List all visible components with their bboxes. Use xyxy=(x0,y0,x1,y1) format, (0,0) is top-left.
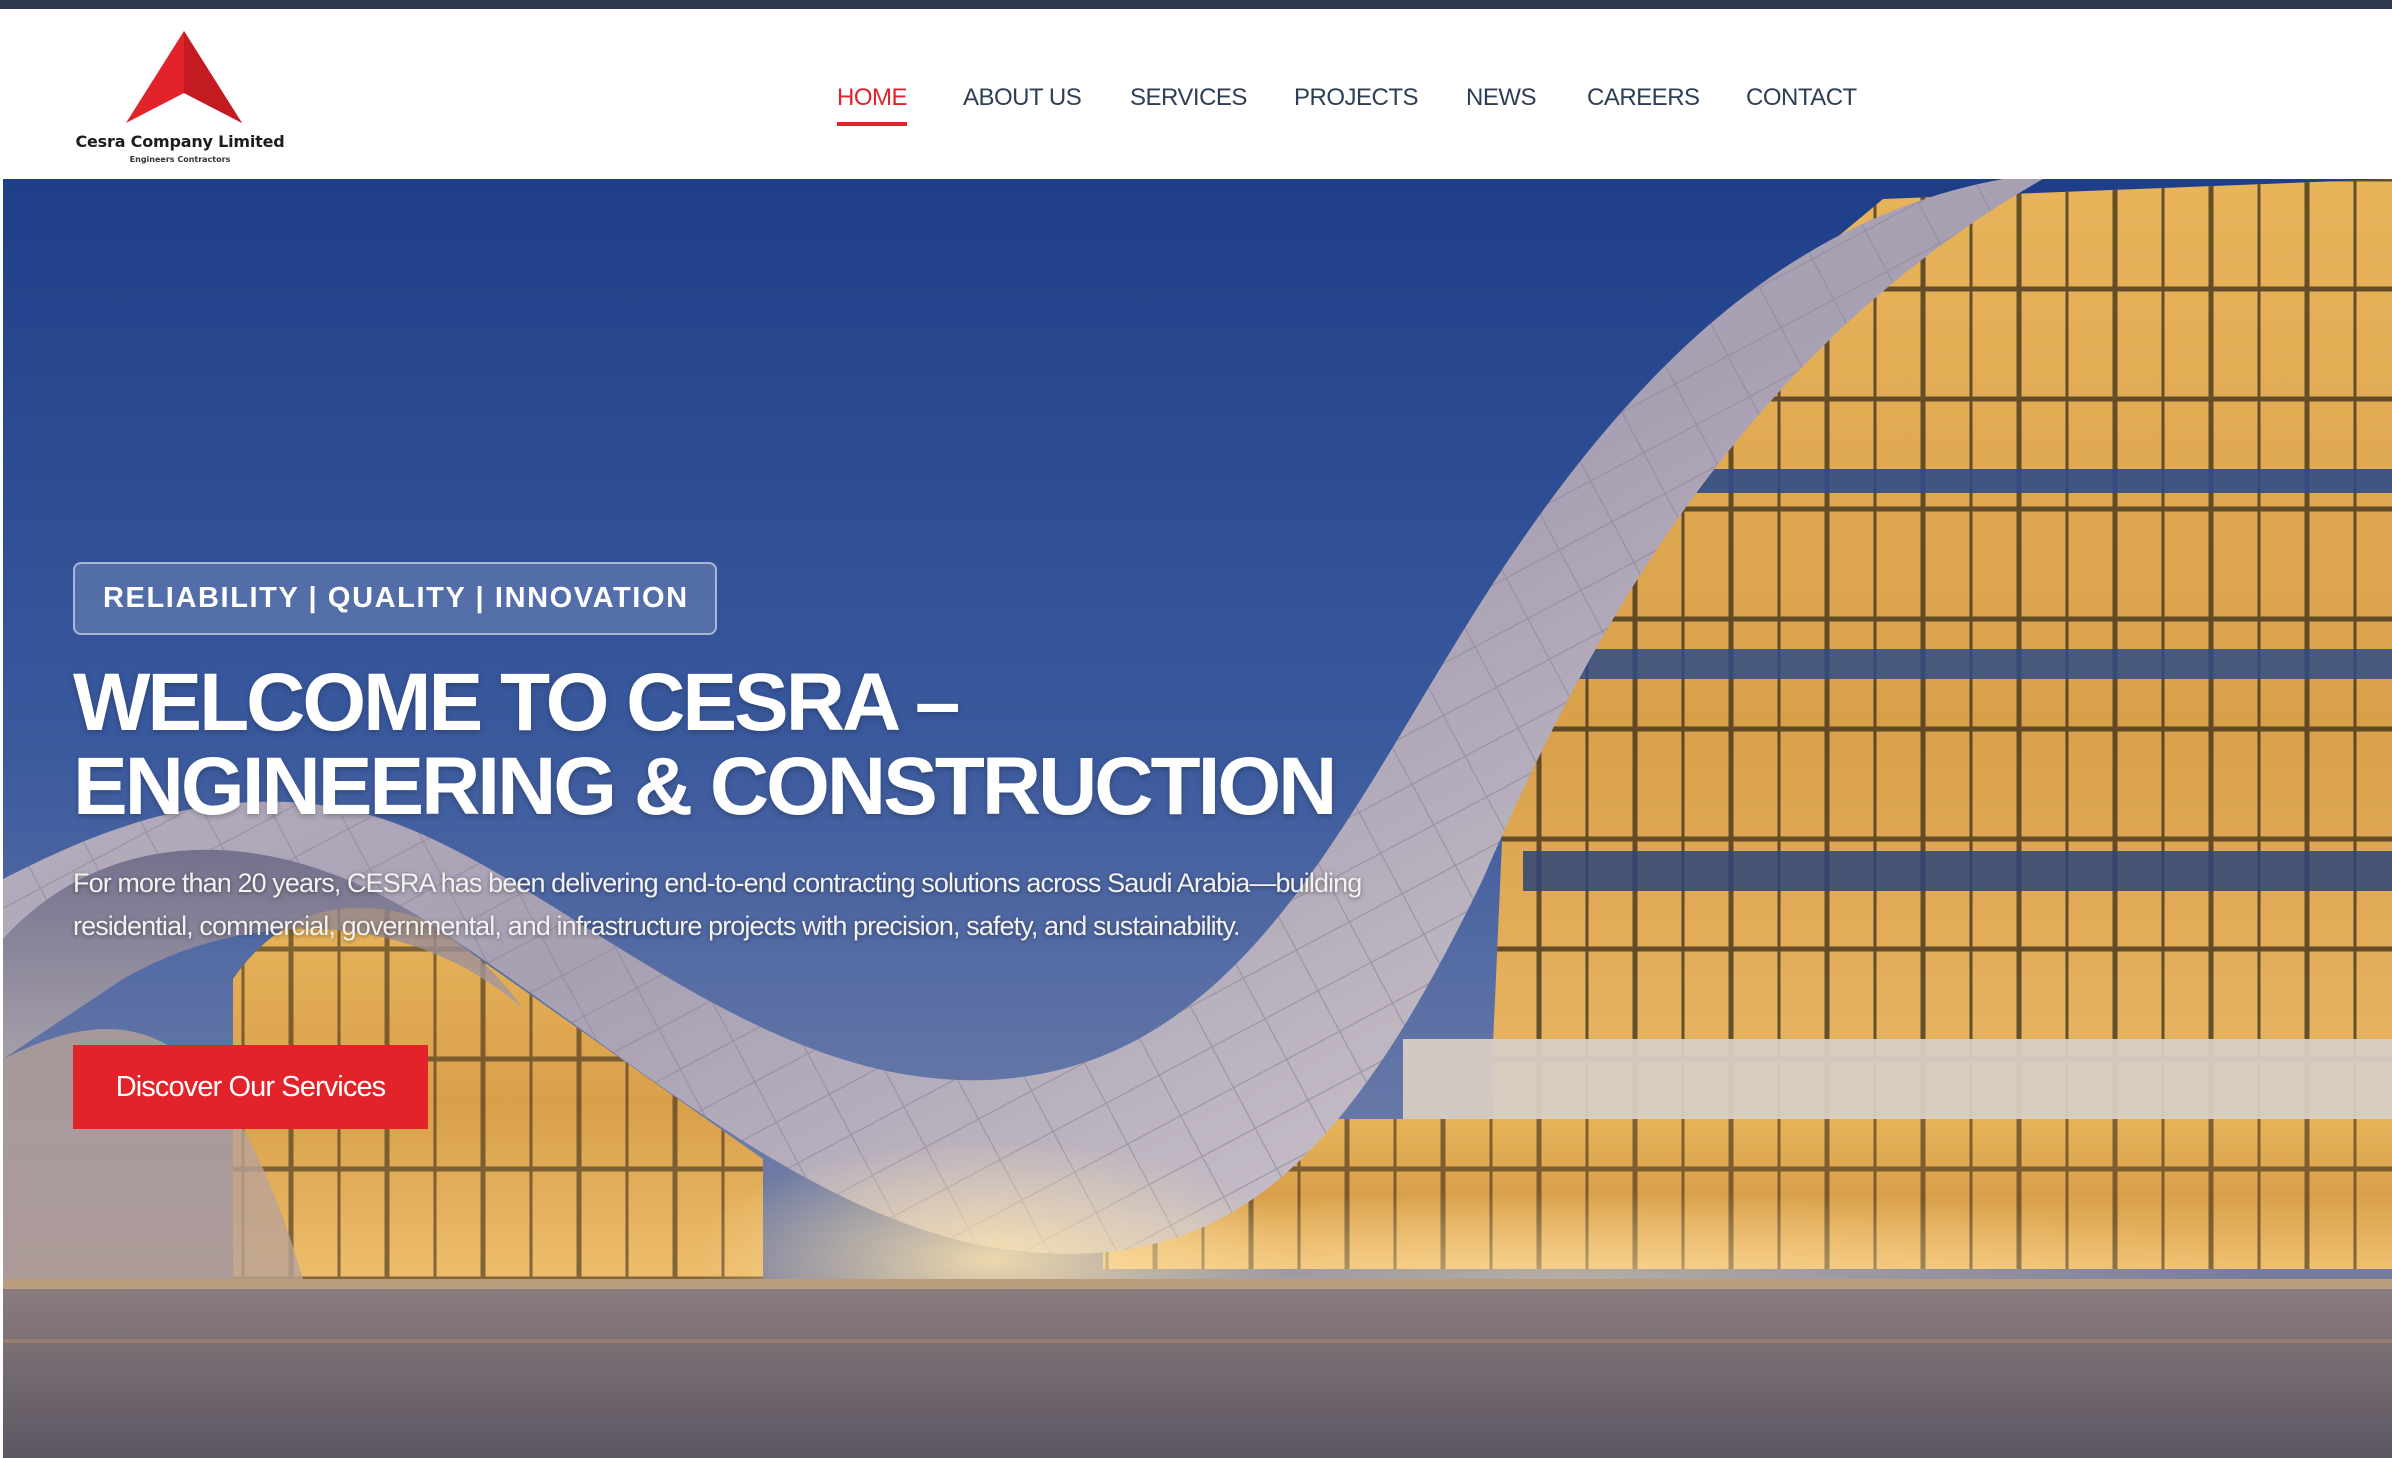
nav-item-services[interactable]: SERVICES xyxy=(1130,74,1247,128)
hero-tagline-badge: RELIABILITY | QUALITY | INNOVATION xyxy=(73,562,717,635)
company-name: Cesra Company Limited xyxy=(75,132,285,151)
nav-item-careers[interactable]: CAREERS xyxy=(1587,74,1700,128)
hero-description: For more than 20 years, CESRA has been d… xyxy=(73,868,1362,941)
nav-item-contact[interactable]: CONTACT xyxy=(1746,74,1857,128)
discover-services-button[interactable]: Discover Our Services xyxy=(73,1045,428,1129)
site-header: Cesra Company Limited Engineers Contract… xyxy=(0,9,2392,179)
top-border xyxy=(0,0,2392,9)
hero-title: WELCOME TO CESRA – ENGINEERING & CONSTRU… xyxy=(73,661,1573,829)
hero-title-line-2: ENGINEERING & CONSTRUCTION xyxy=(73,741,1337,832)
company-tagline: Engineers Contractors xyxy=(129,155,231,164)
nav-item-home[interactable]: HOME xyxy=(837,74,908,128)
hero-title-line-1: WELCOME TO CESRA – xyxy=(73,657,961,748)
hero-badge-text: RELIABILITY | QUALITY | INNOVATION xyxy=(103,582,689,614)
page: Cesra Company Limited Engineers Contract… xyxy=(0,0,2392,1458)
main-navigation: HOME ABOUT US SERVICES PROJECTS NEWS CAR… xyxy=(0,74,2392,134)
nav-item-news[interactable]: NEWS xyxy=(1466,74,1537,128)
nav-item-projects[interactable]: PROJECTS xyxy=(1294,74,1419,128)
hero-section: RELIABILITY | QUALITY | INNOVATION WELCO… xyxy=(3,179,2392,1458)
nav-item-about-us[interactable]: ABOUT US xyxy=(963,74,1082,128)
